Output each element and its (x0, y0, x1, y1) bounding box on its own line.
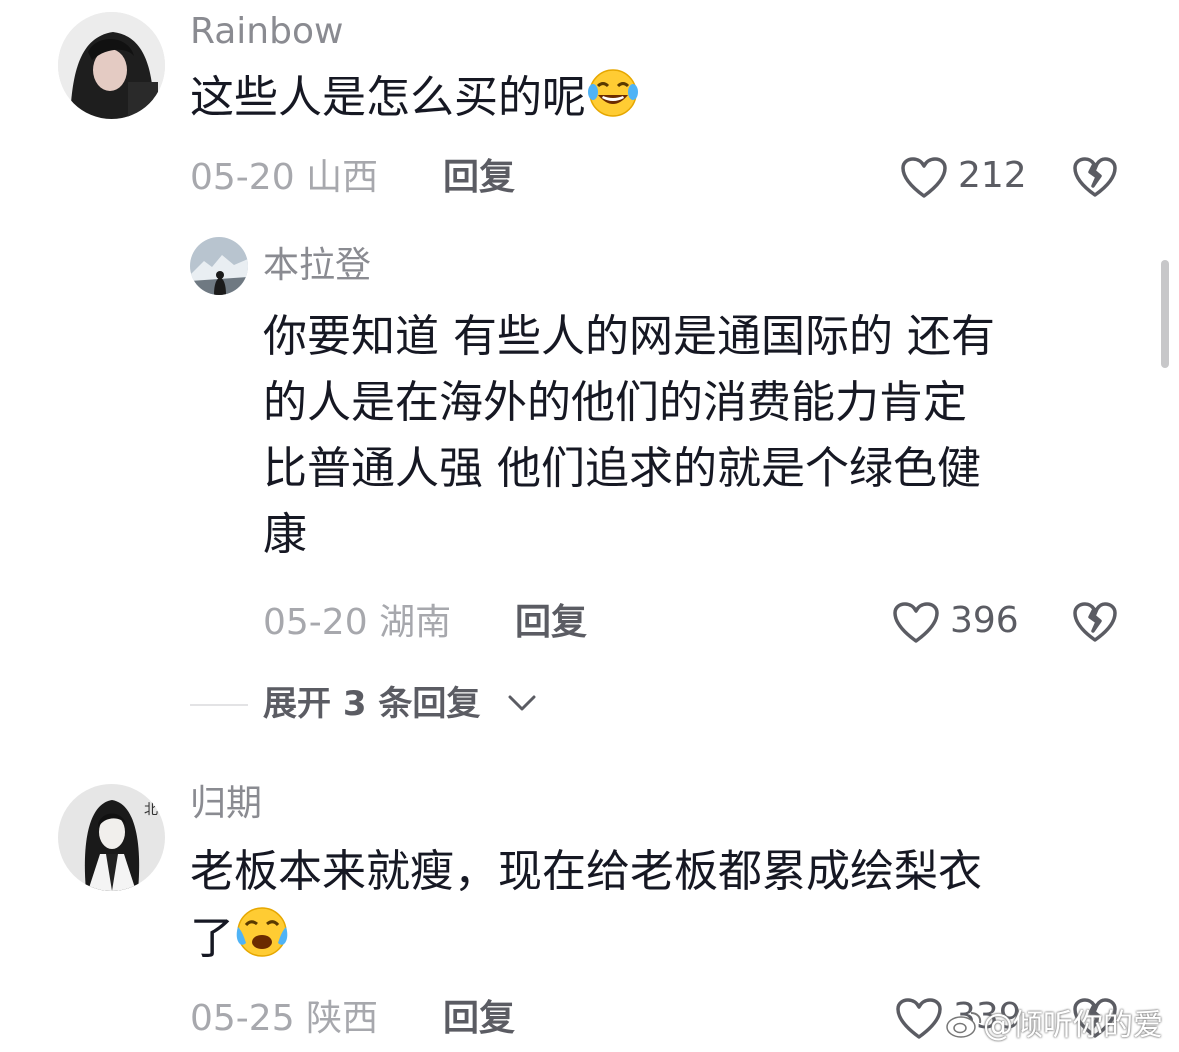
avatar[interactable]: 北 (58, 784, 165, 891)
avatar[interactable] (190, 237, 248, 295)
comment-username[interactable]: Rainbow (190, 10, 343, 54)
laugh-tears-emoji (586, 68, 640, 137)
reply-button[interactable]: 回复 (443, 156, 515, 200)
comment-text: 老板本来就瘦，现在给老板都累成绘梨衣 了 (190, 839, 982, 978)
watermark: @倾听你的爱 (945, 1006, 1163, 1046)
reply-date: 05-20 (263, 602, 368, 643)
like-count: 212 (958, 155, 1027, 196)
comment-text-line-2: 了 (190, 905, 982, 978)
reply-text-line: 的人是在海外的他们的消费能力肯定 (263, 377, 967, 428)
broken-heart-icon (1072, 157, 1118, 202)
reply-text: 你要知道 有些人的网是通国际的 还有 的人是在海外的他们的消费能力肯定 比普通人… (263, 304, 1143, 568)
heart-icon (900, 156, 948, 204)
comment-text-body: 了 (190, 913, 234, 964)
dislike-button[interactable] (1072, 601, 1118, 647)
comment-text-line: 老板本来就瘦，现在给老板都累成绘梨衣 (190, 846, 982, 897)
expand-replies-label[interactable]: 展开 3 条回复 (263, 682, 480, 726)
heart-icon (892, 601, 940, 649)
avatar[interactable] (58, 12, 165, 119)
weibo-logo-icon (945, 1009, 983, 1043)
comment-date: 05-20 (190, 157, 295, 198)
comment-location: 山西 (306, 157, 379, 198)
reply-text-line: 你要知道 有些人的网是通国际的 还有 (263, 311, 995, 362)
reply-username[interactable]: 本拉登 (263, 244, 371, 288)
expand-divider (190, 704, 248, 706)
like-count: 396 (950, 600, 1019, 641)
comment-text: 这些人是怎么买的呢 (190, 65, 640, 137)
comment-text-body: 这些人是怎么买的呢 (190, 72, 586, 123)
reply-button[interactable]: 回复 (515, 601, 587, 645)
svg-text:北: 北 (144, 802, 158, 818)
reply-text-line: 比普通人强 他们追求的就是个绿色健 (263, 443, 981, 494)
watermark-text: @倾听你的爱 (983, 1008, 1163, 1043)
reply-meta: 05-20 湖南 (263, 601, 451, 645)
comment-username[interactable]: 归期 (190, 782, 262, 826)
dislike-button[interactable] (1072, 156, 1118, 202)
reply-button[interactable]: 回复 (443, 997, 515, 1041)
comment-meta: 05-25 陕西 (190, 997, 378, 1041)
comment-meta: 05-20 山西 (190, 156, 378, 200)
comment-location: 陕西 (306, 998, 379, 1039)
broken-heart-icon (1072, 602, 1118, 647)
reply-text-line: 康 (263, 509, 307, 560)
reply-location: 湖南 (379, 602, 452, 643)
heart-icon (895, 997, 943, 1045)
comment-date: 05-25 (190, 998, 295, 1039)
scrollbar[interactable] (1161, 260, 1169, 368)
chevron-down-icon (505, 690, 539, 720)
crying-laugh-emoji (234, 905, 290, 978)
